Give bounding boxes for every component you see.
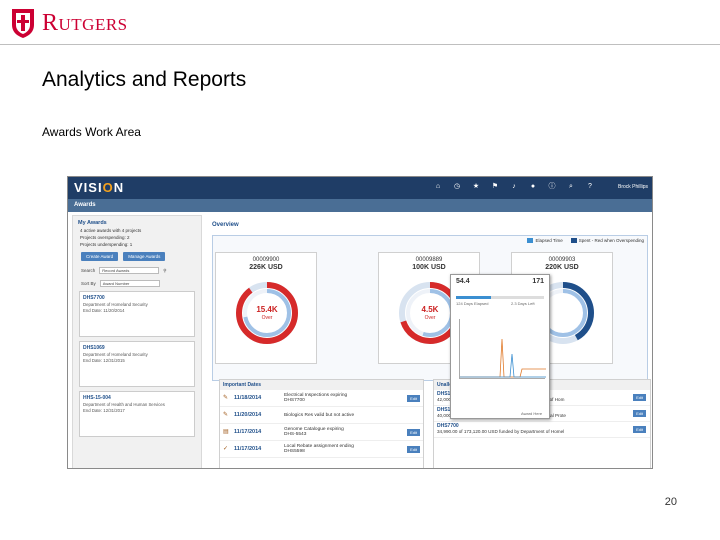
edit-button[interactable]: Edit	[633, 426, 646, 433]
search-label: Search	[81, 268, 96, 273]
award-dept: Department of Homeland Security	[83, 302, 148, 307]
date-row-icon: ▤	[223, 428, 229, 435]
award-dept: Department of Health and Human Services	[83, 402, 165, 407]
sidebar-line: Projects underspending: 1	[80, 242, 133, 247]
sort-select[interactable]: Award Number	[99, 280, 160, 287]
award-end-date: End Date: 12/31/2017	[83, 408, 125, 413]
section-bar: Awards	[68, 199, 652, 212]
popup-chart-lines	[460, 338, 546, 378]
date-value: 11/18/2014	[234, 395, 262, 401]
popup-chart	[459, 319, 546, 379]
search-icon[interactable]: ⌕	[567, 183, 575, 191]
award-amount: 220K USD	[545, 264, 579, 271]
sidebar-line: 4 active awards with 4 projects	[80, 228, 142, 233]
award-card[interactable]: HHS-15-004 Department of Health and Human…	[79, 391, 195, 437]
award-end-date: End Date: 11/20/2014	[83, 308, 125, 313]
date-text: Genome Catalogue expiring DHS-5543	[284, 427, 344, 437]
award-amount: 100K USD	[412, 264, 446, 271]
awards-sidebar: My Awards 4 active awards with 4 project…	[72, 215, 202, 468]
award-dept: Department of Homeland Security	[83, 352, 148, 357]
legend-swatch	[527, 238, 534, 244]
slide-title: Analytics and Reports	[42, 68, 247, 91]
edit-button[interactable]: Edit	[633, 410, 646, 417]
legend-label: Elapsed Time	[535, 238, 563, 243]
award-number: 00009900	[252, 257, 280, 263]
user-menu[interactable]: Brock Phillips	[618, 184, 648, 190]
donut-status: Over	[261, 315, 273, 321]
create-award-button[interactable]: Create Award	[81, 252, 119, 261]
logo-text: Rutgers	[42, 9, 128, 36]
award-number: 00009903	[548, 257, 576, 263]
date-row[interactable]: ✎ 11/18/2014 Electrical Inspections expiri…	[220, 390, 423, 407]
award-id[interactable]: DHS1069	[83, 345, 191, 351]
date-text: Biologics Res valid but not active	[284, 412, 355, 418]
star-icon[interactable]: ★	[472, 183, 480, 191]
embedded-screenshot: VISION ⌂ ◷ ★ ⚑ ♪ ● ⓘ ⌕? Brock Phillips Awards M…	[67, 176, 653, 469]
funding-text: 34,990.00 of 173,120.00 USD funded by De…	[437, 429, 565, 434]
legend-item: Elapsed Time	[527, 238, 563, 244]
popup-progress	[456, 296, 544, 299]
app-topbar: VISION ⌂ ◷ ★ ⚑ ♪ ● ⓘ ⌕? Brock Phillips	[68, 177, 652, 199]
award-end-date: End Date: 12/31/2015	[83, 358, 125, 363]
legend-item: Spent - Red when Overspending	[570, 238, 644, 244]
shield-icon	[12, 9, 34, 38]
popup-elapsed: 124 Days Elapsed	[456, 301, 489, 306]
sidebar-line: Projects overspending: 2	[80, 235, 130, 240]
date-row-icon: ✎	[223, 411, 229, 418]
date-text: Local Rebate assignment ending DHS5598	[284, 444, 354, 454]
award-popup: 54.4 171 124 Days Elapsed 2.3 Days Left …	[450, 274, 550, 419]
date-text: Electrical Inspections expiring DHS7700	[284, 393, 348, 403]
overview-title: Overview	[212, 222, 239, 228]
funding-row[interactable]: DHS7700 34,990.00 of 173,120.00 USD funde…	[434, 422, 650, 438]
app-brand: VISION	[74, 180, 125, 195]
clock-icon[interactable]: ◷	[453, 183, 461, 191]
popup-footer[interactable]: Award Here	[521, 411, 542, 416]
section-title: Awards	[74, 202, 96, 208]
bell-icon[interactable]: ♪	[510, 183, 518, 191]
award-card[interactable]: DHS1069 Department of Homeland Security En…	[79, 341, 195, 387]
date-row[interactable]: ✓ 11/17/2014 Local Rebate assignment endin…	[220, 441, 423, 458]
home-icon[interactable]: ⌂	[434, 183, 442, 191]
sidebar-heading[interactable]: My Awards	[78, 220, 201, 226]
date-row-icon: ✓	[223, 445, 229, 452]
help-icon[interactable]: ?	[586, 183, 594, 191]
date-row-icon: ✎	[223, 394, 229, 401]
date-value: 11/20/2014	[234, 412, 262, 418]
sort-label: Sort By	[81, 281, 96, 286]
award-id[interactable]: DHS7700	[83, 295, 191, 301]
edit-button[interactable]: Edit	[407, 428, 420, 436]
popup-left: 2.3 Days Left	[511, 301, 535, 306]
date-value: 11/17/2014	[234, 446, 262, 452]
legend-swatch	[570, 238, 577, 244]
manage-awards-button[interactable]: Manage Awards	[123, 252, 166, 261]
legend-label: Spent - Red when Overspending	[578, 238, 644, 243]
award-summary-card[interactable]: 00009900 226K USD 15.4K Over	[215, 252, 317, 364]
edit-button[interactable]: Edit	[633, 394, 646, 401]
award-card[interactable]: DHS7700 Department of Homeland Security En…	[79, 291, 195, 337]
overview-panel: 00009900 226K USD 15.4K Over 00009889 100K US…	[212, 235, 648, 381]
award-id[interactable]: HHS-15-004	[83, 395, 191, 401]
donut-value: 15.4K	[256, 305, 278, 314]
search-input[interactable]: Record Awards	[99, 267, 160, 274]
header-divider	[0, 44, 720, 45]
search-icon[interactable]: ⚲	[163, 268, 166, 274]
award-number: 00009889	[415, 257, 443, 263]
date-row[interactable]: ✎ 11/20/2014 Biologics Res valid but not a…	[220, 407, 423, 424]
date-value: 11/17/2014	[234, 429, 262, 435]
important-dates-title: Important Dates	[220, 380, 423, 390]
slide-subtitle: Awards Work Area	[42, 125, 141, 139]
popup-value-left: 54.4	[456, 278, 470, 285]
info-icon[interactable]: ⓘ	[548, 183, 556, 191]
page-number: 20	[664, 496, 677, 508]
chat-icon[interactable]: ●	[529, 183, 537, 191]
edit-button[interactable]: Edit	[407, 445, 420, 453]
date-row[interactable]: ▤ 11/17/2014 Genome Catalogue expiring DHS-…	[220, 424, 423, 441]
edit-button[interactable]: Edit	[407, 394, 420, 402]
award-amount: 226K USD	[249, 264, 283, 271]
important-dates-panel: Important Dates ✎ 11/18/2014 Electrical In…	[219, 379, 424, 468]
rutgers-logo: Rutgers	[10, 6, 128, 40]
flag-icon[interactable]: ⚑	[491, 183, 499, 191]
popup-value-right: 171	[532, 278, 544, 285]
